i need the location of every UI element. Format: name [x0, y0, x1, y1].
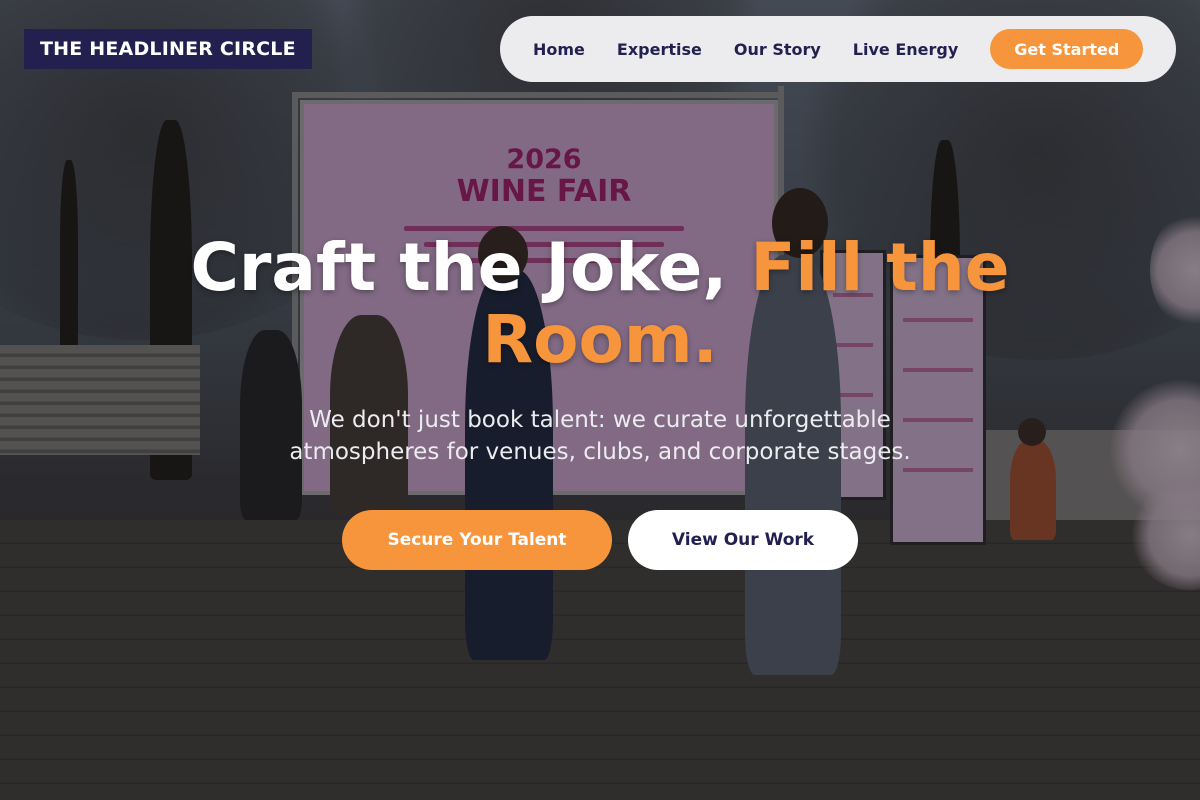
main-nav: Home Expertise Our Story Live Energy Get…: [500, 16, 1176, 82]
headline-main: Craft the Joke,: [190, 229, 751, 306]
view-our-work-button[interactable]: View Our Work: [628, 510, 858, 570]
secure-your-talent-button[interactable]: Secure Your Talent: [342, 510, 612, 570]
hero-headline: Craft the Joke, Fill the Room.: [190, 232, 1010, 376]
nav-link-expertise[interactable]: Expertise: [617, 40, 702, 59]
get-started-button[interactable]: Get Started: [990, 29, 1144, 69]
hero-section: Craft the Joke, Fill the Room. We don't …: [0, 232, 1200, 570]
nav-link-home[interactable]: Home: [533, 40, 585, 59]
hero-subtitle: We don't just book talent: we curate unf…: [289, 407, 911, 465]
brand-logo[interactable]: THE HEADLINER CIRCLE: [24, 29, 312, 69]
nav-link-our-story[interactable]: Our Story: [734, 40, 821, 59]
hero-cta-group: Secure Your Talent View Our Work: [0, 510, 1200, 570]
nav-link-live-energy[interactable]: Live Energy: [853, 40, 958, 59]
